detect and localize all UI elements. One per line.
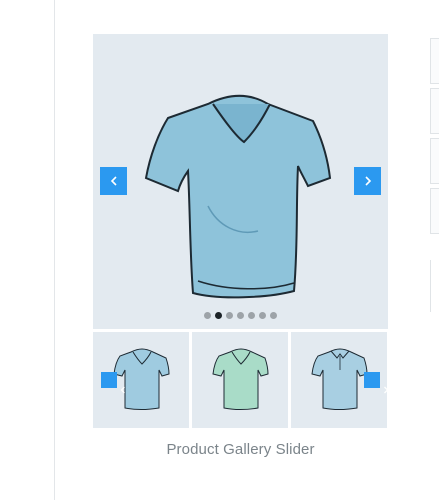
thumbnail-blue-vneck[interactable] xyxy=(93,332,189,428)
page-left-border xyxy=(54,0,55,500)
adjacent-card xyxy=(430,138,439,184)
adjacent-divider xyxy=(430,260,431,312)
pagination-dot[interactable] xyxy=(248,312,255,319)
adjacent-card xyxy=(430,38,439,84)
pagination-dot[interactable] xyxy=(237,312,244,319)
pagination-dot[interactable] xyxy=(270,312,277,319)
polo-thumbnail-image xyxy=(311,348,368,410)
chevron-right-icon xyxy=(384,386,387,394)
thumbnail-prev-button[interactable] xyxy=(101,372,125,394)
thumbnail-mint-vneck[interactable] xyxy=(192,332,288,428)
thumbnail-strip xyxy=(93,332,388,428)
pagination-dot[interactable] xyxy=(204,312,211,319)
adjacent-card xyxy=(430,88,439,134)
pagination-dot[interactable] xyxy=(226,312,233,319)
adjacent-card xyxy=(430,188,439,234)
tshirt-thumbnail-image xyxy=(113,348,170,410)
chevron-left-icon xyxy=(120,386,125,394)
slider-prev-button[interactable] xyxy=(100,167,127,195)
product-slider-main[interactable] xyxy=(93,34,388,329)
chevron-right-icon xyxy=(364,176,371,186)
tshirt-image xyxy=(144,94,332,299)
thumbnail-polo[interactable] xyxy=(291,332,387,428)
gallery-caption: Product Gallery Slider xyxy=(166,441,315,458)
pagination-dot-active[interactable] xyxy=(215,312,222,319)
slider-pagination xyxy=(93,312,388,319)
tshirt-thumbnail-image xyxy=(212,348,269,410)
pagination-dot[interactable] xyxy=(259,312,266,319)
chevron-left-icon xyxy=(110,176,117,186)
thumbnail-next-button[interactable] xyxy=(364,372,387,394)
slider-next-button[interactable] xyxy=(354,167,381,195)
